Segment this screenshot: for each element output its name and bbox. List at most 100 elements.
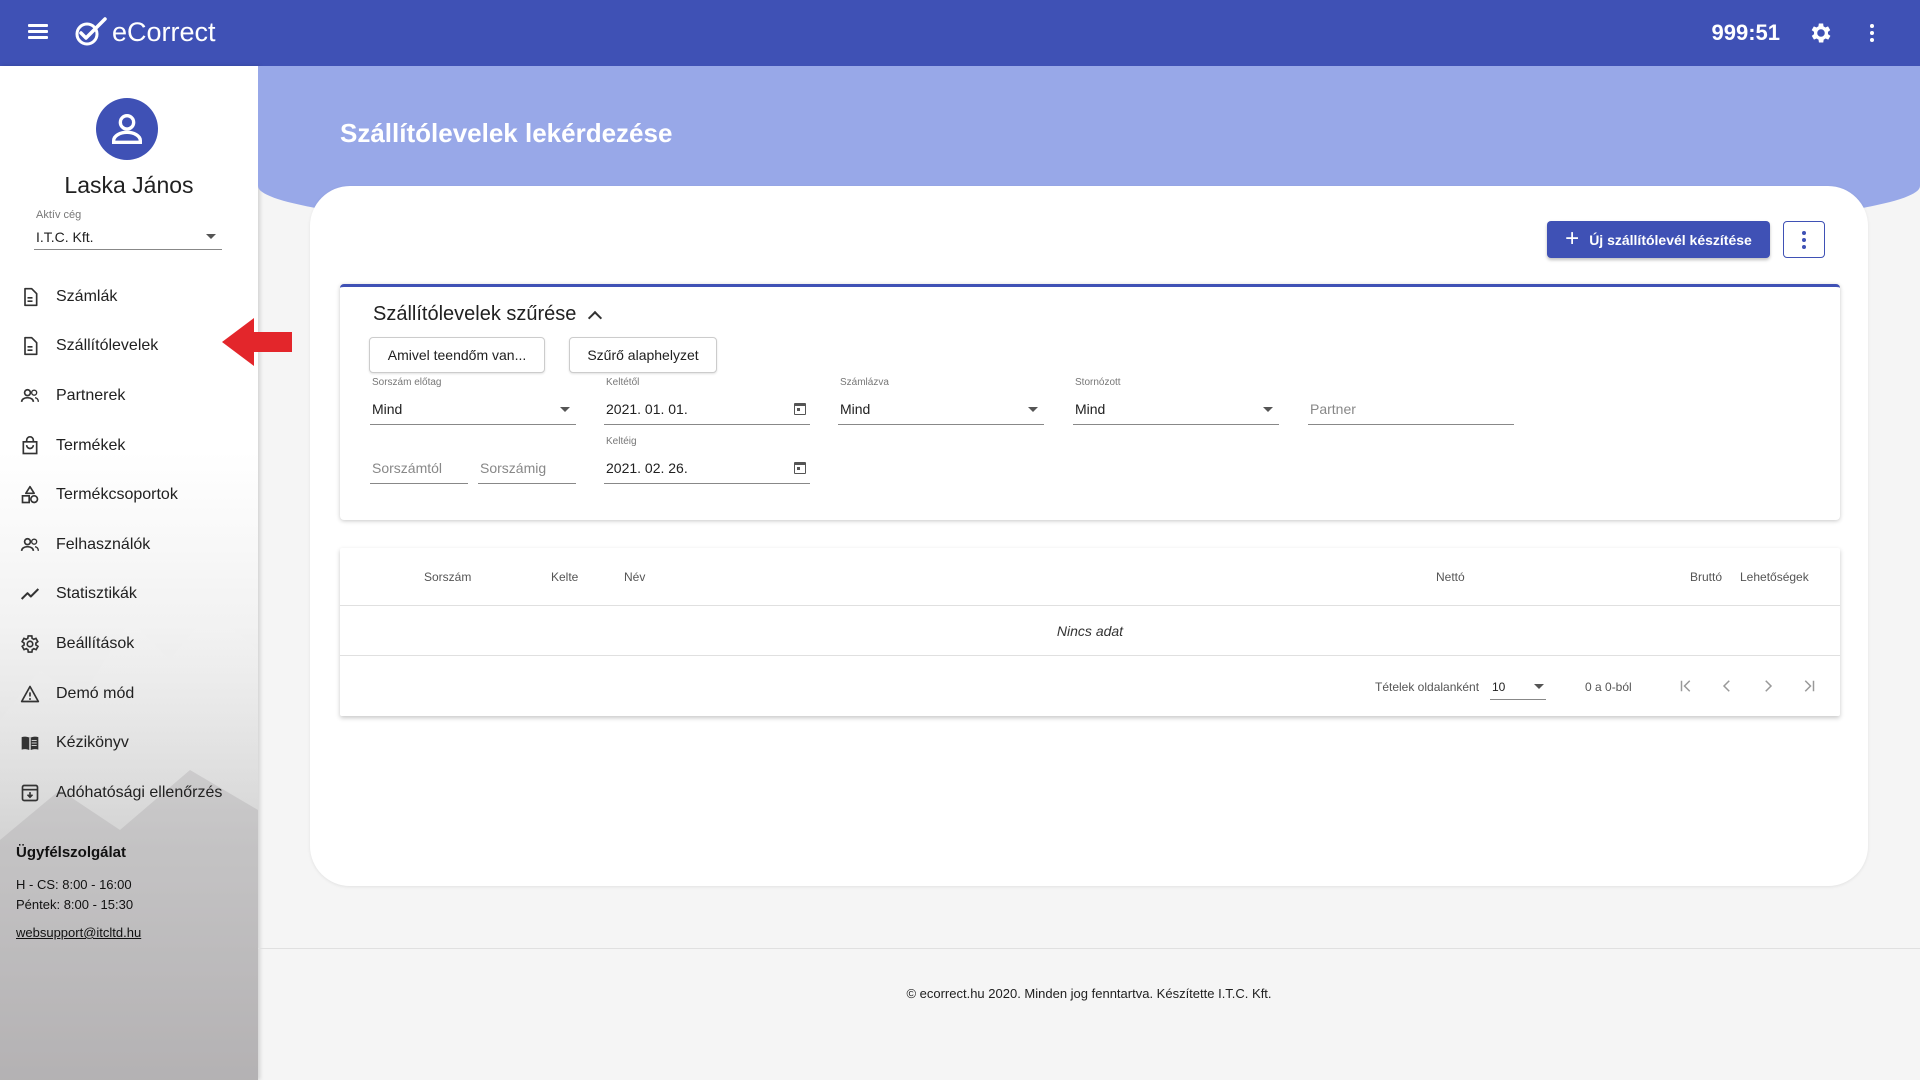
per-page-label: Tételek oldalanként xyxy=(1375,680,1480,694)
chevron-up-icon xyxy=(588,310,603,325)
sidebar-item-felhasznalok[interactable]: Felhasználók xyxy=(0,520,258,570)
column-header-nev[interactable]: Név xyxy=(624,570,645,584)
sidebar-item-label: Adóhatósági ellenőrzés xyxy=(56,783,223,801)
serial-to-input[interactable]: Sorszámig xyxy=(478,454,576,484)
sidebar-item-label: Beállítások xyxy=(56,634,135,652)
hamburger-menu-icon[interactable] xyxy=(26,21,50,45)
user-name: Laska János xyxy=(64,172,194,198)
column-header-sorszam[interactable]: Sorszám xyxy=(424,570,471,584)
invoiced-select[interactable]: Számlázva Mind xyxy=(838,377,1044,425)
partner-placeholder: Partner xyxy=(1310,401,1356,417)
prefix-select[interactable]: Sorszám előtag Mind xyxy=(370,377,576,425)
column-header-kelte[interactable]: Kelte xyxy=(551,570,578,584)
per-page-select[interactable]: 10 xyxy=(1490,672,1546,700)
sidebar-item-beallitasok[interactable]: Beállítások xyxy=(0,619,258,669)
sidebar-item-termekcsoportok[interactable]: Termékcsoportok xyxy=(0,470,258,520)
document-icon xyxy=(18,334,42,358)
plus-icon: + xyxy=(1565,224,1580,252)
cancelled-value: Mind xyxy=(1075,401,1106,417)
sidebar-item-szamlak[interactable]: Számlák xyxy=(0,272,258,322)
sidebar-item-kezikonyv[interactable]: Kézikönyv xyxy=(0,718,258,768)
serial-from-input[interactable]: Sorszámtól xyxy=(370,454,468,484)
paginator: Tételek oldalanként 10 0 a 0-ból xyxy=(340,656,1840,716)
sidebar-item-demo-mod[interactable]: Demó mód xyxy=(0,669,258,719)
to-date-field[interactable]: Keltéig 2021. 02. 26. xyxy=(604,436,810,484)
filter-title: Szállítólevelek szűrése xyxy=(373,303,577,325)
support-hours-friday: Péntek: 8:00 - 15:30 xyxy=(16,897,134,912)
chevron-down-icon xyxy=(1028,407,1038,412)
gear-icon[interactable] xyxy=(1808,20,1834,46)
trending-line-icon xyxy=(18,582,42,606)
reset-filter-button[interactable]: Szűrő alaphelyzet xyxy=(569,337,717,373)
column-header-netto[interactable]: Nettó xyxy=(1436,570,1465,584)
gear-icon xyxy=(18,632,42,656)
serial-to-placeholder: Sorszámig xyxy=(480,460,547,476)
column-header-lehetosegek: Lehetőségek xyxy=(1740,570,1809,584)
chevron-down-icon xyxy=(206,234,216,239)
sidebar-item-label: Kézikönyv xyxy=(56,734,129,752)
prefix-value: Mind xyxy=(372,401,403,417)
support-hours-weekdays: H - CS: 8:00 - 16:00 xyxy=(16,877,132,892)
company-label: Aktív cég xyxy=(36,209,82,221)
previous-page-icon[interactable] xyxy=(1715,674,1739,698)
more-actions-button[interactable] xyxy=(1783,221,1825,258)
calendar-icon[interactable] xyxy=(794,462,806,474)
cancelled-select[interactable]: Stornózott Mind xyxy=(1073,377,1279,425)
per-page-value: 10 xyxy=(1492,680,1506,694)
chevron-down-icon xyxy=(1534,684,1544,689)
red-arrow-icon xyxy=(222,318,292,366)
filter-panel: Szállítólevelek szűrése Amivel teendőm v… xyxy=(340,284,1840,520)
chevron-down-icon xyxy=(1263,407,1273,412)
avatar[interactable] xyxy=(96,98,158,160)
footer-divider xyxy=(258,948,1920,949)
todo-filter-button[interactable]: Amivel teendőm van... xyxy=(369,337,545,373)
shopping-bag-icon xyxy=(18,434,42,458)
page-range: 0 a 0-ból xyxy=(1585,680,1632,694)
partner-input[interactable]: Partner xyxy=(1308,395,1514,425)
invoiced-label: Számlázva xyxy=(840,377,889,388)
empty-table-message: Nincs adat xyxy=(340,606,1840,656)
archive-icon xyxy=(18,781,42,805)
support-title: Ügyfélszolgálat xyxy=(16,844,127,861)
sidebar-item-label: Számlák xyxy=(56,287,118,305)
new-delivery-note-button[interactable]: + Új szállítólevél készítése xyxy=(1547,221,1770,258)
first-page-icon[interactable] xyxy=(1674,674,1698,698)
filter-toggle[interactable]: Szállítólevelek szűrése xyxy=(373,303,603,326)
brand[interactable]: eCorrect xyxy=(72,16,216,48)
people-icon xyxy=(18,533,42,557)
sidebar-item-label: Partnerek xyxy=(56,386,126,404)
company-select[interactable]: I.T.C. Kft. xyxy=(34,224,222,250)
document-icon xyxy=(18,285,42,309)
column-header-brutto[interactable]: Bruttó xyxy=(1690,570,1722,584)
sidebar-nav: Számlák Szállítólevelek Partnerek Termék… xyxy=(0,272,258,818)
session-timer: 999:51 xyxy=(1711,20,1780,45)
calendar-icon[interactable] xyxy=(794,403,806,415)
footer: © ecorrect.hu 2020. Minden jog fenntartv… xyxy=(906,986,1272,1001)
sidebar-item-termekek[interactable]: Termékek xyxy=(0,421,258,471)
sidebar-item-adohatosagi-ellenorzes[interactable]: Adóhatósági ellenőrzés xyxy=(0,768,258,818)
sidebar-item-label: Szállítólevelek xyxy=(56,337,159,355)
app-name: eCorrect xyxy=(112,16,216,47)
sidebar-item-label: Demó mód xyxy=(56,684,135,702)
sidebar-item-statisztikak[interactable]: Statisztikák xyxy=(0,570,258,620)
next-page-icon[interactable] xyxy=(1756,674,1780,698)
sidebar-item-partnerek[interactable]: Partnerek xyxy=(0,371,258,421)
prefix-label: Sorszám előtag xyxy=(372,377,442,388)
category-icon xyxy=(18,483,42,507)
cancelled-label: Stornózott xyxy=(1075,377,1121,388)
warning-icon xyxy=(18,682,42,706)
sidebar-item-label: Termékcsoportok xyxy=(56,486,178,504)
sidebar-item-szallitolevelek[interactable]: Szállítólevelek xyxy=(0,322,258,372)
support-email-link[interactable]: websupport@itcltd.hu xyxy=(16,925,141,940)
to-date-value: 2021. 02. 26. xyxy=(606,460,688,476)
from-date-value: 2021. 01. 01. xyxy=(606,401,688,417)
sidebar-item-label: Termékek xyxy=(56,436,126,454)
people-icon xyxy=(18,384,42,408)
more-options-icon[interactable] xyxy=(1860,21,1884,45)
sidebar-item-label: Felhasználók xyxy=(56,535,151,553)
last-page-icon[interactable] xyxy=(1797,674,1821,698)
chevron-down-icon xyxy=(560,407,570,412)
ecorrect-logo-icon xyxy=(75,17,107,46)
from-date-label: Keltétől xyxy=(606,377,640,388)
from-date-field[interactable]: Keltétől 2021. 01. 01. xyxy=(604,377,810,425)
